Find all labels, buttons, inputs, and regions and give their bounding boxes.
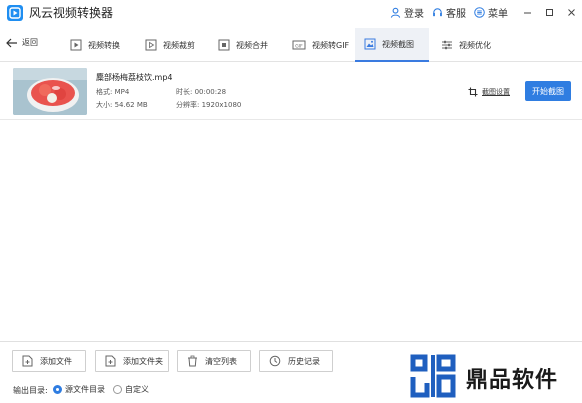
minimize-button[interactable]: [516, 0, 538, 25]
screenshot-settings-label: 截图设置: [482, 88, 510, 96]
output-dir-label: 输出目录:: [13, 386, 48, 395]
tab-video-convert[interactable]: 视频转换: [66, 28, 124, 62]
tab-video-to-gif[interactable]: GIF 视频转GIF: [288, 28, 353, 62]
tab-label: 视频转换: [88, 40, 120, 50]
merge-icon: [218, 39, 230, 51]
add-file-button[interactable]: 添加文件: [12, 350, 86, 372]
radio-checked-icon: [53, 385, 62, 394]
close-button[interactable]: [560, 0, 582, 25]
menu-icon: [474, 7, 485, 18]
screenshot-settings-link[interactable]: 截图设置: [468, 87, 510, 97]
add-file-icon: [22, 355, 33, 367]
source-dir-label: 源文件目录: [65, 385, 105, 394]
crop-icon: [468, 87, 478, 97]
tab-label: 视频优化: [459, 40, 491, 50]
menu-link[interactable]: 菜单: [474, 5, 508, 20]
file-name: 麋部杨梅荔枝饮.mp4: [96, 73, 173, 82]
convert-icon: [70, 39, 82, 51]
back-arrow-icon: [6, 38, 17, 47]
svg-text:GIF: GIF: [295, 43, 303, 49]
trash-icon: [188, 355, 197, 367]
file-format: 格式: MP4: [96, 88, 130, 96]
tab-label: 视频截图: [382, 39, 414, 49]
custom-label: 自定义: [125, 385, 149, 394]
login-label: 登录: [404, 9, 424, 20]
close-icon: [567, 9, 575, 16]
file-duration: 时长: 00:00:28: [176, 88, 227, 96]
gif-icon: GIF: [292, 40, 306, 50]
back-button[interactable]: 返回: [6, 37, 38, 48]
add-folder-icon: [105, 355, 116, 367]
clock-icon: [269, 355, 281, 367]
user-icon: [390, 7, 401, 18]
custom-dir-radio[interactable]: 自定义: [113, 384, 149, 395]
title-bar: 风云视频转换器 登录 客服 菜单: [0, 0, 582, 25]
service-label: 客服: [446, 9, 466, 20]
tab-video-cut[interactable]: 视频裁剪: [141, 28, 199, 62]
video-thumbnail: [13, 68, 87, 115]
service-link[interactable]: 客服: [432, 5, 466, 20]
watermark-text: 鼎品软件: [466, 368, 559, 393]
tab-video-screenshot[interactable]: 视频截图: [355, 28, 429, 62]
bottom-divider: [0, 341, 582, 342]
feature-toolbar: 返回 视频转换 视频裁剪 视频合并 GIF 视频转GIF 视频截图 视频优化: [0, 28, 582, 62]
start-screenshot-button[interactable]: 开始截图: [525, 81, 571, 101]
tab-label: 视频转GIF: [312, 40, 350, 50]
source-dir-radio[interactable]: 源文件目录: [53, 384, 105, 395]
login-link[interactable]: 登录: [390, 5, 424, 20]
app-logo-icon: [7, 5, 23, 21]
maximize-icon: [545, 9, 553, 16]
app-title: 风云视频转换器: [29, 6, 114, 20]
radio-unchecked-icon: [113, 385, 122, 394]
add-folder-button[interactable]: 添加文件夹: [95, 350, 169, 372]
headset-icon: [433, 8, 442, 17]
add-folder-label: 添加文件夹: [123, 356, 163, 366]
add-file-label: 添加文件: [40, 356, 72, 366]
file-resolution: 分辨率: 1920x1080: [176, 101, 242, 109]
watermark-logo-icon: [407, 353, 459, 402]
clear-list-label: 清空列表: [205, 356, 237, 366]
tab-video-optimize[interactable]: 视频优化: [437, 28, 495, 62]
maximize-button[interactable]: [538, 0, 560, 25]
tab-label: 视频合并: [236, 40, 268, 50]
menu-label: 菜单: [488, 9, 508, 20]
history-label: 历史记录: [288, 356, 320, 366]
file-size: 大小: 54.62 MB: [96, 101, 148, 109]
tab-video-merge[interactable]: 视频合并: [214, 28, 272, 62]
cut-icon: [145, 39, 157, 51]
minimize-icon: [523, 12, 531, 14]
screenshot-icon: [364, 38, 376, 50]
optimize-icon: [442, 40, 452, 50]
file-list-row[interactable]: 麋部杨梅荔枝饮.mp4 格式: MP4 时长: 00:00:28 大小: 54.…: [0, 63, 582, 120]
tab-label: 视频裁剪: [163, 40, 195, 50]
history-button[interactable]: 历史记录: [259, 350, 333, 372]
back-label: 返回: [22, 38, 38, 47]
clear-list-button[interactable]: 清空列表: [177, 350, 251, 372]
